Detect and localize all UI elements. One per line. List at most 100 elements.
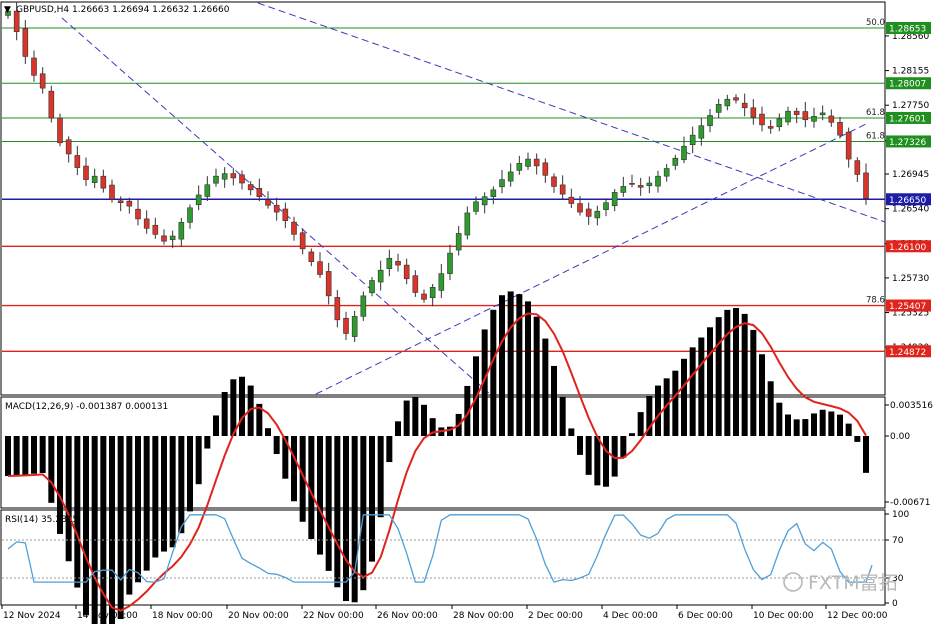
macd-bar [317, 436, 323, 555]
macd-bar [698, 337, 705, 436]
candle-body [230, 173, 237, 179]
macd-bar [178, 436, 185, 534]
time-tick-label: 2 Dec 00:00 [528, 611, 583, 621]
candle-body [499, 179, 505, 188]
time-tick-label: 28 Nov 00:00 [453, 611, 514, 621]
macd-bar [759, 354, 765, 436]
macd-bar [22, 436, 29, 475]
rsi-tick-label: 100 [892, 510, 909, 520]
candle-body [57, 117, 63, 144]
fib-label: 78.6 [866, 296, 885, 306]
candle-body [568, 196, 575, 204]
candle-body [377, 269, 384, 283]
candle-body [334, 297, 341, 321]
time-tick-label: 10 Dec 00:00 [753, 611, 814, 621]
candle-body [65, 139, 72, 155]
candle-body [169, 235, 176, 240]
macd-bar [637, 412, 644, 436]
chart-window[interactable]: 50.061.861.878.6 1.285601.281551.277501.… [0, 0, 936, 624]
candle-body [793, 110, 800, 115]
candle-body [785, 110, 791, 123]
candle-body [603, 202, 609, 210]
price-tick-label: 1.27750 [892, 101, 929, 111]
candle-body [464, 212, 471, 236]
macd-bar [863, 436, 869, 473]
symbol-dropdown-icon[interactable]: ▼ [4, 5, 11, 15]
macd-bar [577, 436, 583, 455]
fib-label: 50.0 [866, 18, 885, 28]
candle-body [611, 192, 618, 207]
level-tag-label: 1.26650 [889, 196, 926, 206]
candle-body [360, 295, 367, 317]
macd-bar [5, 436, 11, 476]
macd-bar [594, 436, 601, 486]
candle-body [265, 199, 271, 206]
candle-body [273, 204, 280, 213]
macd-bar [507, 291, 514, 436]
macd-bar [265, 428, 271, 436]
macd-bar [819, 409, 826, 436]
candle-body [819, 112, 826, 116]
candle-body [837, 122, 843, 136]
macd-bar [221, 391, 228, 436]
candle-body [161, 235, 167, 242]
candle-body [22, 28, 29, 57]
macd-bar [291, 436, 297, 502]
price-tick-label: 1.25730 [892, 274, 929, 284]
candle-body [351, 316, 358, 337]
macd-bar [351, 436, 358, 603]
candle-body [629, 183, 635, 185]
macd-bar [74, 436, 81, 588]
time-tick-label: 22 Nov 00:00 [303, 611, 364, 621]
candle-body [256, 188, 263, 197]
candle-body [317, 261, 323, 275]
candle-body [681, 145, 687, 161]
candle-body [663, 168, 670, 177]
macd-bar [785, 414, 791, 436]
macd-bar [187, 436, 193, 512]
price-tick-label: 1.28155 [892, 67, 929, 77]
candle-body [525, 158, 531, 167]
macd-bar [403, 400, 410, 436]
macd-bar [767, 381, 774, 436]
candle-body [620, 186, 627, 193]
candle-body [863, 172, 869, 199]
candle-body [195, 194, 202, 206]
macd-bar [681, 358, 687, 436]
candle-body [109, 184, 115, 200]
candle-body [811, 116, 817, 122]
macd-bar [533, 316, 540, 436]
macd-bar [386, 436, 393, 463]
macd-bar [629, 433, 635, 436]
macd-bar [117, 436, 124, 620]
time-tick-label: 14 Nov 00:00 [77, 611, 138, 621]
macd-tick-label: -0.00671 [890, 498, 930, 508]
candle-body [152, 224, 159, 235]
macd-bar [620, 436, 627, 458]
macd-bar [360, 436, 367, 591]
candle-body [91, 175, 98, 183]
time-tick-label: 12 Nov 2024 [3, 611, 61, 621]
watermark-text: FXTM富拓 [808, 572, 898, 594]
macd-bar [334, 436, 341, 588]
candle-body [31, 57, 37, 76]
macd-bar [169, 436, 176, 548]
macd-bar [845, 423, 852, 436]
macd-tick-label: 0.00 [890, 432, 910, 442]
candle-body [637, 185, 644, 188]
level-tag-label: 1.27601 [889, 114, 926, 124]
candle-body [74, 155, 81, 168]
candle-body [429, 287, 436, 299]
candle-body [308, 251, 315, 262]
macd-bar [395, 421, 401, 436]
macd-bar [689, 347, 696, 436]
candle-body [100, 175, 107, 189]
candle-body [187, 207, 193, 223]
candle-body [828, 115, 835, 123]
symbol-label: GBPUSD,H4 [16, 5, 69, 15]
fib-label: 61.8 [866, 131, 885, 141]
macd-bar [568, 428, 575, 436]
macd-bar [793, 419, 800, 436]
candle-body [741, 102, 748, 109]
candle-body [282, 208, 289, 221]
